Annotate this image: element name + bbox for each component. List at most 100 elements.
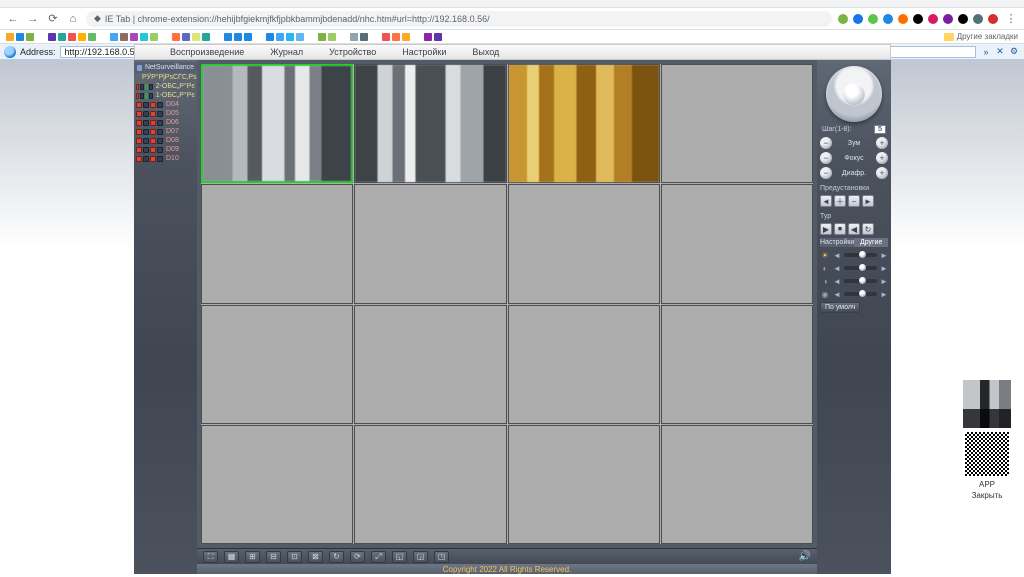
slider-track[interactable] [844, 253, 877, 257]
bookmark-group[interactable] [382, 33, 410, 41]
bookmark-group[interactable] [110, 33, 158, 41]
bookmark-group[interactable] [224, 33, 252, 41]
extension-icon[interactable] [883, 14, 893, 24]
back-icon[interactable]: ← [6, 12, 20, 26]
menu-playback[interactable]: Воспроизведение [170, 47, 244, 57]
ietab-close-icon[interactable]: ✕ [994, 46, 1006, 58]
tab-image-settings[interactable]: Настройки [820, 238, 854, 247]
slider-thumb[interactable] [859, 251, 866, 258]
bookmark-group[interactable] [424, 33, 442, 41]
extension-icon[interactable] [868, 14, 878, 24]
home-icon[interactable]: ⌂ [66, 12, 80, 26]
other-bookmarks[interactable]: Другие закладки [944, 32, 1018, 41]
preset-add[interactable]: ＋ [834, 195, 846, 207]
layout-button[interactable]: ▦ [224, 551, 239, 563]
video-cell[interactable] [661, 64, 813, 183]
forward-icon[interactable]: → [26, 12, 40, 26]
slider-decrease[interactable]: ◄ [833, 264, 841, 273]
slider-increase[interactable]: ► [880, 290, 888, 299]
preset-prev[interactable]: ◄ [820, 195, 832, 207]
slider-decrease[interactable]: ◄ [833, 290, 841, 299]
sidebar-root[interactable]: NetSurveillance [134, 62, 197, 73]
ptz-direction-wheel[interactable] [826, 66, 882, 122]
video-cell[interactable] [661, 425, 813, 544]
tour-loop[interactable]: ↻ [862, 223, 874, 235]
slider-decrease[interactable]: ◄ [833, 277, 841, 286]
reload-icon[interactable]: ⟳ [46, 12, 60, 26]
device-row[interactable]: D05 [134, 109, 197, 118]
device-row[interactable]: 2-ОБС„Р°Рє [134, 82, 197, 91]
bookmark-group[interactable] [318, 33, 336, 41]
bookmark-group[interactable] [6, 33, 34, 41]
image-default-button[interactable]: По умолч [820, 302, 860, 313]
layout-button[interactable]: ◲ [413, 551, 428, 563]
video-cell[interactable] [201, 184, 353, 303]
video-cell[interactable] [354, 64, 506, 183]
device-row[interactable]: D10 [134, 154, 197, 163]
bookmark-group[interactable] [350, 33, 368, 41]
video-cell[interactable] [201, 425, 353, 544]
video-cell[interactable] [201, 305, 353, 424]
slider-track[interactable] [844, 292, 877, 296]
menu-settings[interactable]: Настройки [402, 47, 446, 57]
layout-button[interactable]: ⊠ [308, 551, 323, 563]
ptz-zoom-in[interactable]: + [876, 137, 888, 149]
slider-decrease[interactable]: ◄ [833, 251, 841, 260]
device-row[interactable]: D09 [134, 145, 197, 154]
extension-icon[interactable] [943, 14, 953, 24]
video-cell[interactable] [354, 305, 506, 424]
slider-increase[interactable]: ► [880, 251, 888, 260]
video-cell[interactable] [508, 64, 660, 183]
slider-thumb[interactable] [859, 277, 866, 284]
layout-button[interactable]: ⊟ [266, 551, 281, 563]
video-cell[interactable] [508, 184, 660, 303]
video-cell[interactable] [354, 425, 506, 544]
extension-icon[interactable] [928, 14, 938, 24]
ptz-iris-open[interactable]: + [876, 167, 888, 179]
preset-next[interactable]: ► [862, 195, 874, 207]
layout-button[interactable]: ⟳ [350, 551, 365, 563]
video-cell[interactable] [661, 305, 813, 424]
extension-icon[interactable] [973, 14, 983, 24]
device-row[interactable]: 1-ОБС„Р°Рє [134, 91, 197, 100]
slider-track[interactable] [844, 279, 877, 283]
slider-increase[interactable]: ► [880, 277, 888, 286]
video-cell[interactable] [354, 184, 506, 303]
extension-icon[interactable] [913, 14, 923, 24]
extension-icon[interactable] [958, 14, 968, 24]
volume-icon[interactable]: 🔊 [799, 552, 811, 562]
video-cell[interactable] [508, 305, 660, 424]
ptz-zoom-out[interactable]: − [820, 137, 832, 149]
extension-icon[interactable] [988, 14, 998, 24]
video-cell[interactable] [201, 64, 353, 183]
omnibox[interactable]: ◆ IE Tab | chrome-extension://hehijbfgie… [86, 11, 832, 27]
ietab-settings-icon[interactable]: ⚙ [1008, 46, 1020, 58]
tab-image-other[interactable]: Другие [854, 238, 888, 247]
slider-track[interactable] [844, 266, 877, 270]
extension-icon[interactable] [898, 14, 908, 24]
menu-device[interactable]: Устройство [329, 47, 376, 57]
tour-play[interactable]: ▶ [820, 223, 832, 235]
bookmark-group[interactable] [266, 33, 304, 41]
layout-button[interactable]: ⛶ [203, 551, 218, 563]
tour-stop[interactable]: ⏹ [834, 223, 846, 235]
menu-log[interactable]: Журнал [270, 47, 303, 57]
ptz-focus-out[interactable]: − [820, 152, 832, 164]
tour-rev[interactable]: ◀ [848, 223, 860, 235]
device-row[interactable]: D07 [134, 127, 197, 136]
bookmark-group[interactable] [48, 33, 96, 41]
layout-button[interactable]: ⊞ [245, 551, 260, 563]
ptz-focus-in[interactable]: + [876, 152, 888, 164]
device-row[interactable]: D04 [134, 100, 197, 109]
layout-button[interactable]: ↻ [329, 551, 344, 563]
device-row[interactable]: РЎР°РјРѕСЃС‚Рѕ [134, 73, 197, 82]
layout-button[interactable]: ◱ [392, 551, 407, 563]
extension-icon[interactable] [853, 14, 863, 24]
bookmark-group[interactable] [172, 33, 210, 41]
qr-close-button[interactable]: Закрыть [972, 491, 1003, 500]
device-row[interactable]: D06 [134, 118, 197, 127]
preset-del[interactable]: − [848, 195, 860, 207]
slider-increase[interactable]: ► [880, 264, 888, 273]
video-cell[interactable] [661, 184, 813, 303]
chrome-menu-icon[interactable]: ⋮ [1004, 12, 1018, 26]
